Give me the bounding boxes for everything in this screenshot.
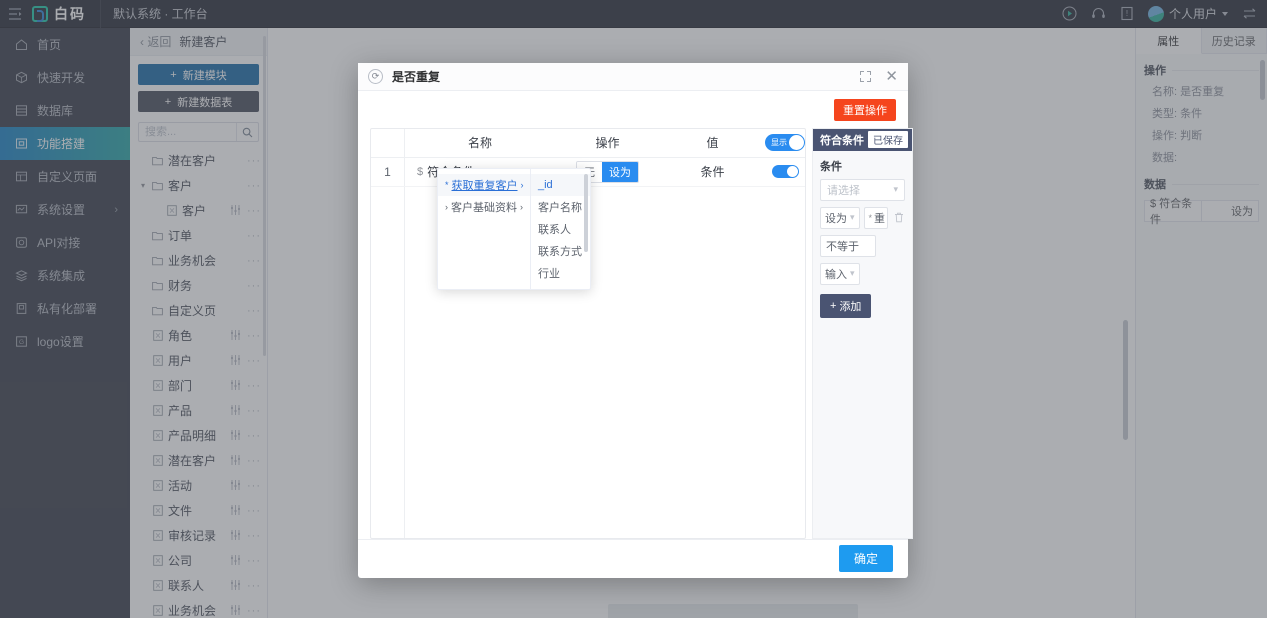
col-name-header: 名称 — [467, 136, 492, 151]
expand-icon[interactable] — [860, 70, 872, 82]
cascader-item-label: 获取重复客户 — [451, 180, 518, 192]
row-visibility-toggle[interactable] — [771, 165, 799, 179]
field-tag-box[interactable]: * 获取重复客 — [863, 206, 889, 229]
condition-panel-title: 符合条件 — [820, 134, 864, 147]
add-condition-button[interactable]: + 添加 — [820, 293, 872, 318]
mode-select[interactable]: 设为 ▾ — [820, 206, 860, 229]
row-index: 1 — [371, 157, 405, 186]
table-header-row: 名称 操作 值 显示 — [371, 128, 805, 158]
condition-row-3: 输入 ▾ — [820, 262, 905, 285]
cascader-item[interactable]: * 获取重复客户 › — [438, 174, 530, 196]
condition-row-2: 不等于 — [820, 234, 905, 257]
cascader-item-label: 联系人 — [538, 224, 571, 236]
field-cascader-popup: * 获取重复客户 › › 客户基础资料 › _id 客户名称 联系人 联系方式 行业 — [437, 168, 591, 290]
condition-panel-body: 条件 请选择 ▾ 设为 ▾ * 获取重复客 — [813, 151, 912, 325]
cascader-item-lead: * — [445, 180, 449, 190]
condition-label: 条件 — [820, 160, 842, 173]
cascader-item[interactable]: › 客户基础资料 › — [438, 196, 530, 218]
cascader-column-1: * 获取重复客户 › › 客户基础资料 › — [438, 169, 530, 289]
cascader-item-label: 行业 — [538, 268, 560, 280]
delete-icon[interactable] — [892, 212, 905, 223]
reset-operation-button[interactable]: 重置操作 — [834, 98, 896, 121]
show-all-toggle[interactable]: 显示 — [765, 134, 805, 152]
cascader-column-2: _id 客户名称联系人联系方式行业 — [530, 169, 590, 289]
refresh-icon[interactable]: ⟳ — [368, 68, 383, 84]
chevron-down-icon: ▾ — [850, 268, 855, 279]
condition-panel-header: 符合条件 已保存 — [813, 128, 913, 151]
cascader-item-label: _id — [538, 179, 553, 191]
saved-button[interactable]: 已保存 — [868, 131, 909, 149]
condition-select-placeholder: 请选择 — [827, 184, 860, 197]
row-value: 条件 — [700, 165, 725, 180]
plus-icon: + — [830, 299, 837, 312]
field-tag-label: 获取重复客 — [874, 208, 886, 225]
cascader-item[interactable]: 客户名称 — [531, 196, 590, 218]
condition-panel: 符合条件 已保存 条件 请选择 ▾ 设为 ▾ * 重 不等于 输入 ▾ + 添加 — [812, 127, 914, 539]
confirm-button[interactable]: 确定 — [838, 545, 893, 573]
cascader-item[interactable]: 联系人 — [531, 218, 590, 240]
condition-row-1: 设为 ▾ * 获取重复客 — [820, 206, 905, 229]
operator-box[interactable]: 不等于 — [820, 234, 876, 257]
cascader-item[interactable]: _id — [531, 174, 590, 196]
close-icon[interactable]: ✕ — [885, 69, 898, 84]
dollar-icon: $ — [417, 165, 424, 178]
col-operation-header: 操作 — [595, 136, 620, 151]
chevron-down-icon: ▾ — [850, 212, 855, 223]
cascader-item[interactable]: 行业 — [531, 262, 590, 284]
cascader-item-label: 客户名称 — [538, 202, 582, 214]
cascader-scrollbar[interactable] — [584, 174, 588, 252]
chevron-right-icon: › — [520, 202, 523, 212]
cascader-item-label: 客户基础资料 — [451, 202, 517, 214]
col-index-header — [371, 128, 405, 157]
modal-footer: 确定 — [358, 538, 908, 578]
condition-modal: ⟳ 是否重复 ✕ 重置操作 名称 操作 值 显示 1 $ 设为 条件 符合条件 … — [358, 63, 914, 578]
cascader-item-label: 联系方式 — [538, 246, 582, 258]
cascader-item[interactable]: 联系方式 — [531, 240, 590, 262]
tag-dot-icon — [887, 214, 888, 222]
operation-option-set[interactable]: 设为 — [602, 161, 638, 182]
input-mode-value: 输入 — [825, 268, 847, 281]
mode-select-value: 设为 — [825, 212, 847, 225]
col-value-header: 值 — [706, 136, 719, 151]
modal-title: 是否重复 — [392, 69, 441, 84]
chevron-right-icon: › — [520, 180, 524, 190]
modal-header: ⟳ 是否重复 ✕ — [358, 63, 908, 91]
add-condition-label: 添加 — [839, 300, 862, 313]
modal-body: 重置操作 名称 操作 值 显示 1 $ 设为 条件 符合条件 已保存 条件 请选… — [358, 91, 914, 539]
cascader-item-lead: › — [445, 202, 448, 212]
input-mode-select[interactable]: 输入 ▾ — [820, 262, 860, 285]
required-star-icon: * — [868, 212, 873, 223]
condition-select[interactable]: 请选择 ▾ — [820, 178, 906, 201]
chevron-down-icon: ▾ — [893, 184, 899, 195]
show-all-toggle-label: 显示 — [771, 138, 787, 148]
